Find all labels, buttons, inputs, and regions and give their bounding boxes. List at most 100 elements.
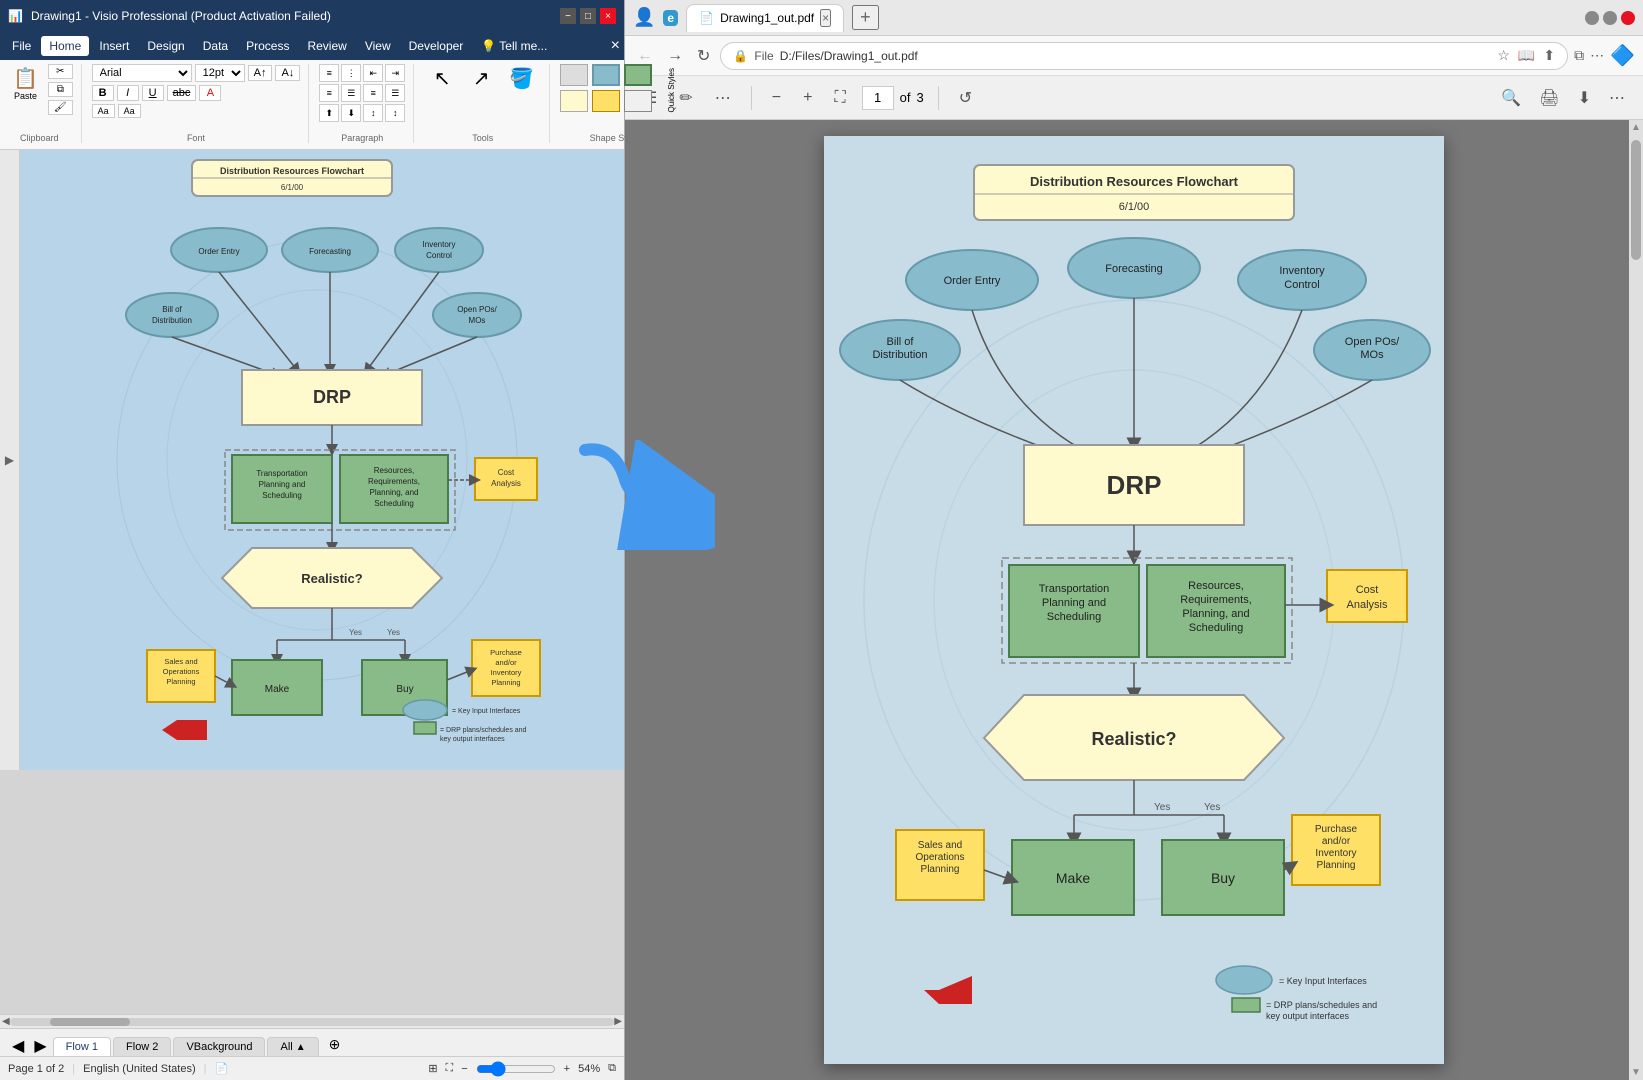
scroll-down-btn[interactable]: ▼ [1629, 1067, 1643, 1078]
new-tab-btn[interactable]: + [852, 5, 879, 30]
refresh-btn[interactable]: ↻ [693, 42, 714, 70]
superscript-btn[interactable]: Aa [92, 104, 115, 118]
menu-design[interactable]: Design [139, 36, 192, 56]
pdf-toolbar-more-btn[interactable]: ⋯ [1603, 84, 1631, 112]
zoom-slider[interactable] [476, 1061, 556, 1077]
browser-tab[interactable]: 📄 Drawing1_out.pdf × [686, 4, 844, 32]
sheet-nav-right[interactable]: ▶ [30, 1036, 50, 1056]
justify-btn[interactable]: ☰ [385, 84, 405, 102]
strikethrough-button[interactable]: abc [167, 85, 197, 101]
pdf-search-btn[interactable]: 🔍 [1495, 84, 1527, 112]
address-bar[interactable]: 🔒 File D:/Files/Drawing1_out.pdf ☆ 📖 ⬆ [720, 42, 1568, 70]
text-direction-btn[interactable]: ↕ [363, 104, 383, 122]
read-btn[interactable]: 📖 [1518, 47, 1535, 64]
numbering-btn[interactable]: ⋮ [341, 64, 361, 82]
view-fit-btn[interactable]: ⛶ [446, 1062, 454, 1075]
pdf-print-btn[interactable]: 🖨 [1533, 84, 1565, 112]
menu-process[interactable]: Process [238, 36, 297, 56]
scroll-thumb[interactable] [50, 1018, 130, 1026]
browser-more-btn[interactable]: ⋯ [1590, 47, 1604, 64]
format-painter-button[interactable]: 🖌 [48, 100, 73, 115]
menu-view[interactable]: View [357, 36, 399, 56]
tab-close-btn[interactable]: × [820, 9, 831, 27]
style-swatch-1[interactable] [560, 64, 588, 86]
pdf-more-btn[interactable]: ⋯ [709, 84, 737, 112]
pdf-save-btn[interactable]: ⬇ [1572, 84, 1597, 112]
star-btn[interactable]: ☆ [1497, 47, 1510, 64]
menu-developer[interactable]: Developer [401, 36, 472, 56]
menu-home[interactable]: Home [41, 36, 89, 56]
scroll-right-btn[interactable]: ▶ [614, 1016, 622, 1027]
fit-page-btn[interactable]: ⧉ [608, 1062, 616, 1075]
bullets-btn[interactable]: ≡ [319, 64, 339, 82]
sheet-tab-vbg[interactable]: VBackground [173, 1037, 265, 1056]
maximize-btn[interactable]: □ [580, 8, 596, 24]
zoom-out-pdf-btn[interactable]: − [766, 85, 787, 111]
underline-button[interactable]: U [142, 85, 164, 101]
align-left-btn[interactable]: ≡ [319, 84, 339, 102]
align-right-btn[interactable]: ≡ [363, 84, 383, 102]
decrease-font-btn[interactable]: A↓ [275, 65, 300, 81]
menu-file[interactable]: File [4, 36, 39, 56]
font-family-select[interactable]: Arial [92, 64, 192, 82]
tools-pointer-btn[interactable]: ↖ [424, 64, 460, 94]
scroll-left-btn[interactable]: ◀ [2, 1016, 10, 1027]
style-swatch-3[interactable] [624, 64, 652, 86]
scroll-track[interactable] [10, 1018, 615, 1026]
menu-review[interactable]: Review [299, 36, 354, 56]
indent-more-btn[interactable]: ⇥ [385, 64, 405, 82]
zoom-in-pdf-btn[interactable]: + [797, 85, 818, 111]
align-center-btn[interactable]: ☰ [341, 84, 361, 102]
subscript-btn[interactable]: Aa [118, 104, 141, 118]
split-screen-btn[interactable]: ⧉ [1574, 47, 1584, 64]
increase-font-btn[interactable]: A↑ [248, 65, 273, 81]
increase-indent-btn[interactable]: ⬆ [319, 104, 339, 122]
sheet-tab-flow1[interactable]: Flow 1 [53, 1037, 111, 1056]
bold-button[interactable]: B [92, 85, 114, 101]
browser-min-btn[interactable] [1585, 11, 1599, 25]
sheet-tab-all[interactable]: All ▲ [267, 1037, 318, 1056]
scroll-up-btn[interactable]: ▲ [1629, 120, 1643, 133]
indent-less-btn[interactable]: ⇤ [363, 64, 383, 82]
menu-tell-me[interactable]: 💡Tell me... [473, 36, 555, 56]
style-swatch-5[interactable] [592, 90, 620, 112]
paste-button[interactable]: 📋 Paste [6, 64, 45, 106]
decrease-indent-btn[interactable]: ⬇ [341, 104, 361, 122]
browser-close-btn[interactable] [1621, 11, 1635, 25]
tools-fill-btn[interactable]: 🪣 [502, 64, 541, 94]
font-size-select[interactable]: 12pt. [195, 64, 245, 82]
horizontal-scrollbar[interactable]: ◀ ▶ [0, 1014, 624, 1028]
menu-data[interactable]: Data [195, 36, 236, 56]
minimize-btn[interactable]: − [560, 8, 576, 24]
page-number-input[interactable] [862, 86, 894, 110]
menu-insert[interactable]: Insert [91, 36, 137, 56]
sidebar-toggle[interactable]: ▶ [0, 150, 20, 770]
style-swatch-4[interactable] [560, 90, 588, 112]
style-swatch-2[interactable] [592, 64, 620, 86]
sheet-nav-left[interactable]: ◀ [8, 1036, 28, 1056]
style-swatch-6[interactable] [624, 90, 652, 112]
scroll-thumb[interactable] [1631, 140, 1641, 260]
share-btn[interactable]: ⬆ [1543, 47, 1555, 64]
view-normal-btn[interactable]: ⊞ [428, 1062, 437, 1075]
add-sheet-btn[interactable]: ⊕ [321, 1033, 349, 1056]
diagram-canvas[interactable]: Distribution Resources Flowchart 6/1/00 … [20, 150, 624, 770]
pdf-content[interactable]: Distribution Resources Flowchart 6/1/00 … [625, 120, 1643, 1080]
copy-button[interactable]: ⧉ [48, 82, 73, 97]
browser-max-btn[interactable] [1603, 11, 1617, 25]
edge-copilot-btn[interactable]: 🔷 [1610, 43, 1635, 68]
close-btn[interactable]: × [600, 8, 616, 24]
font-color-button[interactable]: A [199, 85, 221, 101]
tools-connector-btn[interactable]: ↗ [463, 64, 499, 94]
zoom-out-btn[interactable]: − [461, 1063, 467, 1075]
user-profile-icon[interactable]: 👤 [633, 7, 655, 28]
rotate-pdf-btn[interactable]: ↺ [953, 84, 978, 112]
line-spacing-btn[interactable]: ↕ [385, 104, 405, 122]
pdf-scrollbar[interactable]: ▲ ▼ [1629, 120, 1643, 1080]
ribbon-close-btn[interactable]: × [611, 37, 620, 55]
cut-button[interactable]: ✂ [48, 64, 73, 79]
zoom-in-btn[interactable]: + [564, 1063, 570, 1075]
italic-button[interactable]: I [117, 85, 139, 101]
fit-page-pdf-btn[interactable]: ⛶ [828, 85, 851, 111]
sheet-tab-flow2[interactable]: Flow 2 [113, 1037, 171, 1056]
